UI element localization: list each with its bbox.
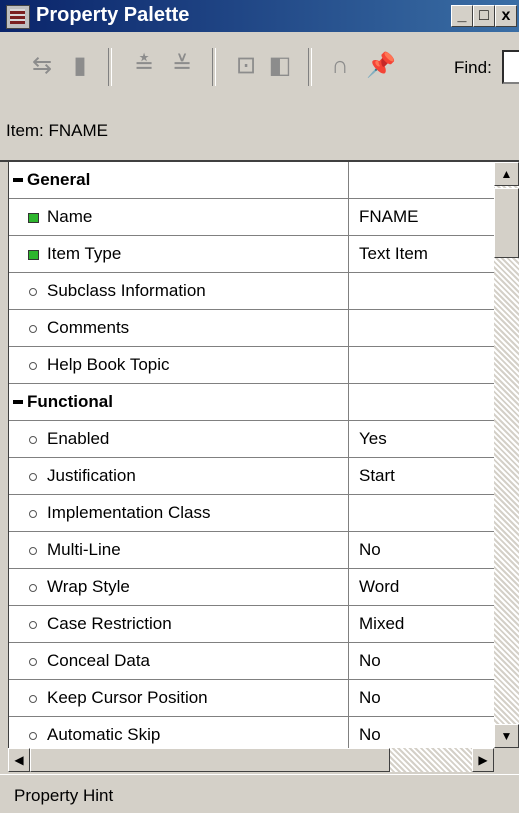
default-property-icon [29,547,37,555]
changed-property-icon [28,250,39,260]
property-row-item-type[interactable]: Item Type Text Item [9,236,495,273]
property-value[interactable]: No [359,651,381,671]
inherit-icon[interactable]: ◧ [266,52,294,80]
default-property-icon [29,436,37,444]
collapse-icon[interactable] [13,400,23,404]
window-title: Property Palette [36,4,190,26]
scroll-up-arrow-icon[interactable]: ▲ [494,162,519,186]
toolbar-separator [212,48,216,86]
property-hint-bar: Property Hint [0,774,519,813]
property-row-keep-cursor[interactable]: Keep Cursor Position No [9,680,495,717]
property-grid: General Name FNAME Item Type Text Item S… [8,162,495,772]
scroll-down-arrow-icon[interactable]: ▼ [494,724,519,748]
close-button[interactable]: x [495,5,517,27]
paste-properties-icon[interactable]: ▮ [66,52,94,80]
collapse-icon[interactable] [13,178,23,182]
pin-icon[interactable]: 📌 [366,52,396,80]
scroll-left-arrow-icon[interactable]: ◀ [8,748,30,772]
horizontal-scrollbar[interactable]: ◀ ▶ [8,748,494,772]
property-value[interactable]: Yes [359,429,387,449]
category-functional[interactable]: Functional [9,384,495,421]
property-row-help-book[interactable]: Help Book Topic [9,347,495,384]
horizontal-scroll-thumb[interactable] [30,748,390,772]
scroll-corner [494,748,519,772]
toolbar-separator [308,48,312,86]
property-hint-text: Property Hint [14,786,114,805]
scroll-right-arrow-icon[interactable]: ▶ [472,748,494,772]
find-input[interactable] [502,50,519,84]
property-value[interactable]: Text Item [359,244,428,264]
default-property-icon [29,288,37,296]
default-property-icon [29,362,37,370]
vertical-scrollbar[interactable]: ▲ ▼ [494,162,519,772]
default-property-icon [29,732,37,740]
property-row-name[interactable]: Name FNAME [9,199,495,236]
property-value[interactable]: No [359,725,381,745]
property-class-icon[interactable]: ⊡ [232,52,260,80]
property-row-comments[interactable]: Comments [9,310,495,347]
property-value[interactable]: FNAME [359,207,419,227]
default-property-icon [29,658,37,666]
property-row-case-restriction[interactable]: Case Restriction Mixed [9,606,495,643]
property-row-subclass[interactable]: Subclass Information [9,273,495,310]
default-property-icon [29,510,37,518]
maximize-button[interactable]: □ [473,5,495,27]
vertical-scroll-thumb[interactable] [494,188,519,258]
property-value[interactable]: Word [359,577,399,597]
item-label: Item: FNAME [6,121,109,140]
property-value[interactable]: Mixed [359,614,404,634]
property-row-multi-line[interactable]: Multi-Line No [9,532,495,569]
changed-property-icon [28,213,39,223]
property-row-conceal-data[interactable]: Conceal Data No [9,643,495,680]
default-property-icon [29,584,37,592]
minimize-button[interactable]: _ [451,5,473,27]
copy-properties-icon[interactable]: ⇆ [28,52,56,80]
default-property-icon [29,325,37,333]
intersection-union-icon[interactable]: ∩ [326,52,354,80]
find-label: Find: [454,58,492,77]
toolbar-separator [108,48,112,86]
delete-property-icon[interactable]: ≚ [168,52,196,80]
property-row-justification[interactable]: Justification Start [9,458,495,495]
property-row-implementation-class[interactable]: Implementation Class [9,495,495,532]
add-property-icon[interactable]: ≛ [130,52,158,80]
app-icon[interactable] [6,5,30,29]
default-property-icon [29,621,37,629]
default-property-icon [29,473,37,481]
default-property-icon [29,695,37,703]
property-row-wrap-style[interactable]: Wrap Style Word [9,569,495,606]
property-value[interactable]: Start [359,466,395,486]
category-general[interactable]: General [9,162,495,199]
title-bar[interactable]: Property Palette _ □ x [0,0,519,32]
property-row-enabled[interactable]: Enabled Yes [9,421,495,458]
item-context-bar: Item: FNAME [0,106,519,162]
toolbar: ⇆ ▮ ≛ ≚ ⊡ ◧ ∩ 📌 Find: [0,32,519,107]
property-value[interactable]: No [359,688,381,708]
property-value[interactable]: No [359,540,381,560]
